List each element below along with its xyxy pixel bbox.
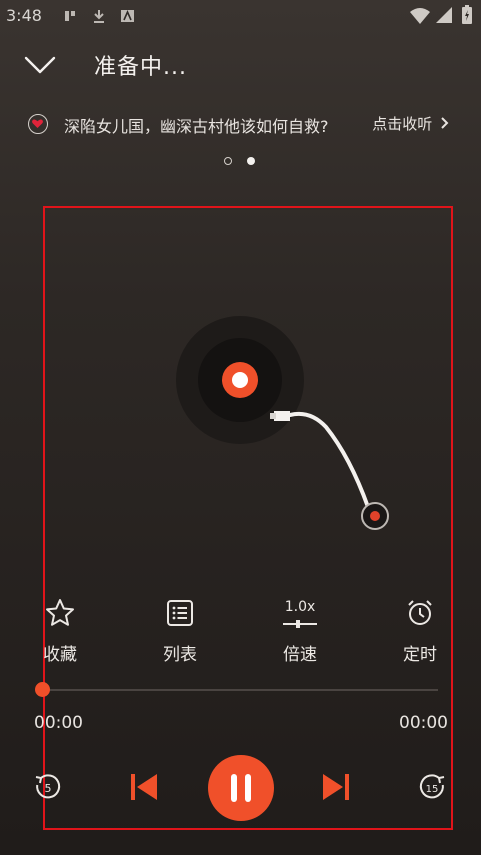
speed-value: 1.0x (284, 599, 316, 615)
collapse-chevron-down-icon[interactable] (22, 48, 58, 82)
heart-icon (28, 114, 48, 134)
banner-link-label: 点击收听 (372, 115, 433, 133)
current-time: 00:00 (34, 713, 83, 733)
pager-dot-active[interactable] (247, 157, 255, 165)
rewind-5-button[interactable]: 5 (33, 772, 63, 806)
app-icon (121, 9, 134, 23)
skip-previous-icon (131, 774, 157, 800)
rewind-icon: 5 (35, 774, 61, 799)
favorite-label: 收藏 (43, 645, 77, 665)
promo-banner[interactable]: 深陷女儿国，幽深古村他该如何自救? 点击收听 (26, 110, 456, 140)
signal-icon (436, 7, 452, 27)
tonearm[interactable] (270, 405, 400, 535)
playlist-button[interactable]: 列表 (140, 598, 220, 665)
status-time: 3:48 (6, 6, 42, 25)
notification-icon (64, 9, 76, 23)
pager-dot[interactable] (224, 157, 232, 165)
list-icon (167, 600, 193, 626)
next-button[interactable] (320, 771, 352, 807)
speed-icon: 1.0x (260, 598, 340, 628)
progress-track[interactable] (42, 689, 438, 691)
playlist-label: 列表 (163, 645, 197, 665)
total-time: 00:00 (399, 713, 448, 733)
favorite-button[interactable]: 收藏 (20, 598, 100, 665)
chevron-right-icon (441, 117, 449, 129)
sleep-timer-label: 定时 (403, 645, 437, 665)
wifi-icon (410, 8, 430, 28)
previous-button[interactable] (128, 771, 160, 807)
speed-label: 倍速 (283, 645, 317, 665)
battery-icon (462, 5, 472, 28)
skip-next-icon (323, 774, 349, 800)
banner-listen-link[interactable]: 点击收听 (372, 113, 450, 134)
progress-thumb[interactable] (35, 682, 50, 697)
forward-seconds: 15 (426, 784, 439, 795)
pause-button[interactable] (208, 755, 274, 821)
page-title: 准备中... (94, 55, 187, 80)
download-icon (93, 9, 105, 23)
sleep-timer-button[interactable]: 定时 (380, 598, 460, 665)
forward-15-button[interactable]: 15 (417, 772, 447, 806)
pager-dots (224, 157, 258, 167)
rewind-seconds: 5 (45, 782, 52, 795)
banner-text: 深陷女儿国，幽深古村他该如何自救? (64, 117, 329, 136)
alarm-clock-icon (408, 600, 432, 625)
speed-button[interactable]: 1.0x 倍速 (260, 598, 340, 665)
pause-icon (231, 774, 251, 802)
status-bar: 3:48 (0, 0, 481, 32)
forward-icon: 15 (419, 774, 445, 799)
star-icon (46, 599, 74, 626)
